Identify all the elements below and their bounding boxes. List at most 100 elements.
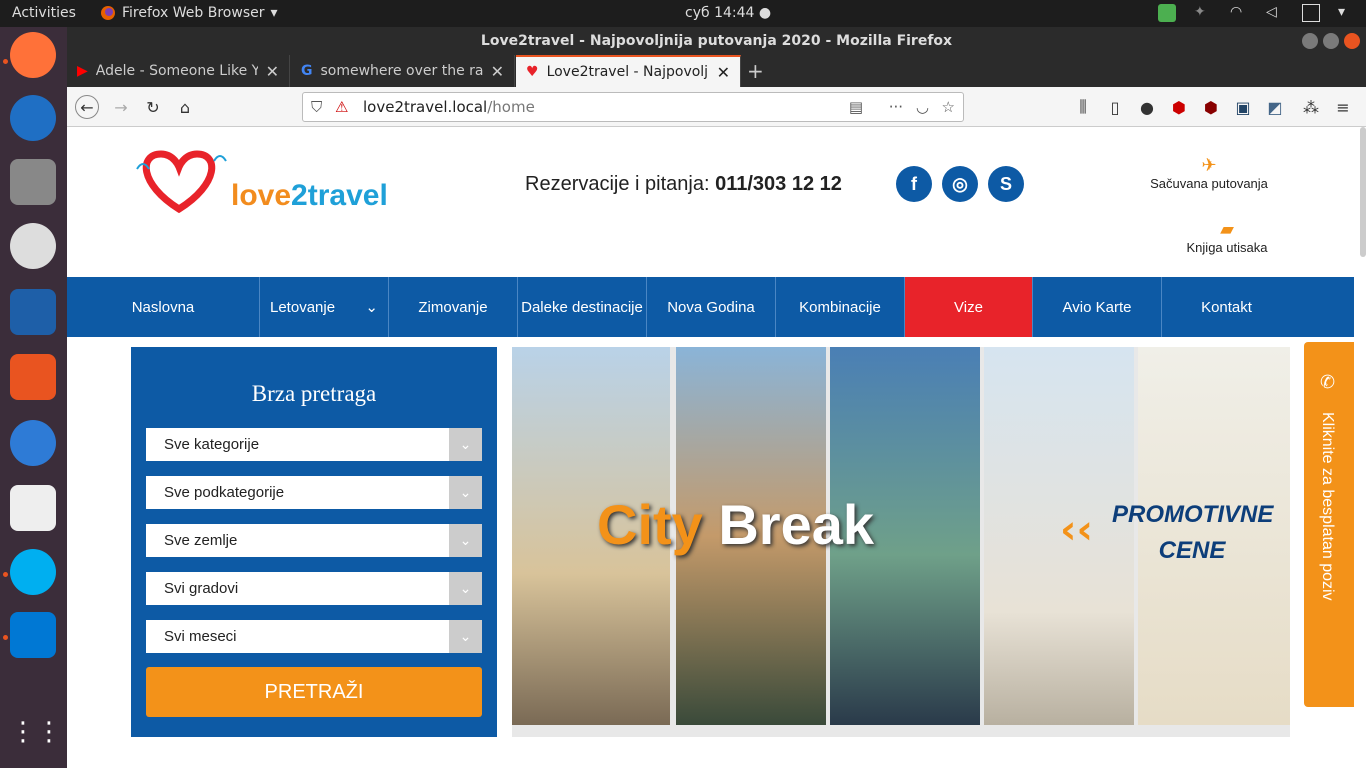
instagram-icon[interactable]: ◎ <box>942 166 978 202</box>
rhythmbox-dock-icon[interactable] <box>10 223 56 269</box>
back-button[interactable]: ← <box>75 95 99 119</box>
phone-label: Rezervacije i pitanja: <box>525 173 710 195</box>
guestbook-link[interactable]: ▰ Knjiga utisaka <box>1157 219 1297 255</box>
menu-item-kombinacije[interactable]: Kombinacije <box>776 277 905 337</box>
firefox-dock-icon[interactable] <box>10 32 56 78</box>
chevron-down-icon[interactable]: ⌄ <box>449 524 482 557</box>
insecure-lock-icon[interactable]: ⚠ <box>335 93 348 121</box>
account-icon[interactable]: ● <box>1135 95 1159 119</box>
subcategory-select[interactable]: Sve podkategorije ⌄ <box>146 476 482 509</box>
files-dock-icon[interactable] <box>10 159 56 205</box>
site-logo[interactable]: love2travel <box>129 139 399 214</box>
activities-button[interactable]: Activities <box>12 5 76 21</box>
battery-icon[interactable] <box>1302 4 1320 22</box>
shield-icon[interactable]: ⛉ <box>311 93 322 121</box>
tab-love2travel[interactable]: ♥ Love2travel - Najpovoljni ✕ <box>516 55 741 87</box>
power-menu-icon[interactable]: ▾ <box>1338 4 1356 22</box>
quick-search-title: Brza pretraga <box>251 381 377 406</box>
adblock-icon[interactable]: ⬢ <box>1167 95 1191 119</box>
thunderbird-dock-icon[interactable] <box>10 95 56 141</box>
volume-icon[interactable]: ◁ <box>1266 4 1284 22</box>
bookmark-star-icon[interactable]: ☆ <box>942 93 955 121</box>
menu-item-vize[interactable]: Vize <box>905 277 1033 337</box>
menu-label: Vize <box>954 298 983 316</box>
writer-dock-icon[interactable] <box>10 289 56 335</box>
category-select[interactable]: Sve kategorije ⌄ <box>146 428 482 461</box>
quick-search-panel: Brza pretraga Sve kategorije ⌄ Sve podkat… <box>131 347 497 737</box>
menu-item-naslovna[interactable]: Naslovna <box>67 277 260 337</box>
chevron-down-icon[interactable]: ⌄ <box>449 476 482 509</box>
country-select[interactable]: Sve zemlje ⌄ <box>146 524 482 557</box>
tab-youtube[interactable]: ▶ Adele - Someone Like Yo ✕ <box>67 55 290 87</box>
system-tray: ✦ ◠ ◁ ▾ <box>1158 3 1356 23</box>
vscode-dock-icon[interactable] <box>10 612 56 658</box>
firefox-window: Love2travel - Najpovoljnija putovanja 20… <box>67 27 1366 768</box>
sidebar-icon[interactable]: ▯ <box>1103 95 1127 119</box>
hamburger-menu-icon[interactable]: ≡ <box>1331 95 1355 119</box>
tab-bar: ▶ Adele - Someone Like Yo ✕ G somewhere … <box>67 55 1366 87</box>
wifi-icon[interactable]: ◠ <box>1230 4 1248 22</box>
forward-button[interactable]: → <box>109 95 133 119</box>
chevron-down-icon[interactable]: ⌄ <box>449 428 482 461</box>
reader-view-icon[interactable]: ▤ <box>849 93 863 121</box>
help-dock-icon[interactable] <box>10 420 56 466</box>
home-button[interactable]: ⌂ <box>173 95 197 119</box>
close-tab-icon[interactable]: ✕ <box>491 62 504 81</box>
month-select[interactable]: Svi meseci ⌄ <box>146 620 482 653</box>
saved-trips-link[interactable]: ✈ Sačuvana putovanja <box>1139 155 1279 191</box>
close-tab-icon[interactable]: ✕ <box>717 63 730 82</box>
firefox-icon <box>101 6 115 20</box>
running-indicator <box>3 59 8 64</box>
search-button[interactable]: PRETRAŽI <box>146 667 482 717</box>
skype-dock-icon[interactable] <box>10 549 56 595</box>
menu-item-letovanje[interactable]: Letovanje ⌄ <box>260 277 389 337</box>
ublock-icon[interactable]: ⬢ <box>1199 95 1223 119</box>
city-word: City <box>597 493 703 556</box>
chevron-down-icon[interactable]: ⌄ <box>449 620 482 653</box>
facebook-icon[interactable]: f <box>896 166 932 202</box>
app-menu[interactable]: Firefox Web Browser ▾ <box>100 5 278 21</box>
skype-icon[interactable]: S <box>988 166 1024 202</box>
ubuntu-dock: ⋮⋮ <box>0 27 67 768</box>
extensions-menu-icon[interactable]: ⁂ <box>1299 95 1323 119</box>
library-icon[interactable]: ⫼ <box>1071 95 1095 119</box>
software-dock-icon[interactable] <box>10 354 56 400</box>
menu-item-nova-godina[interactable]: Nova Godina <box>647 277 776 337</box>
city-select[interactable]: Svi gradovi ⌄ <box>146 572 482 605</box>
chevron-down-icon[interactable]: ⌄ <box>449 572 482 605</box>
page-actions-icon[interactable]: ··· <box>889 93 903 121</box>
extension-icon[interactable]: ▣ <box>1231 95 1255 119</box>
phone-icon: ✆ <box>1320 372 1336 393</box>
menu-item-daleke-destinacije[interactable]: Daleke destinacije <box>518 277 647 337</box>
scrollbar[interactable] <box>1360 127 1366 257</box>
clock[interactable]: суб 14:44 ● <box>685 5 771 21</box>
web-page: love2travel Rezervacije i pitanja: 011/3… <box>67 127 1366 768</box>
maximize-button[interactable] <box>1323 33 1339 49</box>
url-bar[interactable]: ⛉ ⚠ love2travel.local/home ▤ ··· ◡ ☆ <box>302 92 964 122</box>
extension-icon[interactable]: ◩ <box>1263 95 1287 119</box>
callback-tab[interactable]: ✆ Kliknite za besplatan poziv <box>1304 342 1354 707</box>
pocket-icon[interactable]: ◡ <box>916 93 929 121</box>
reload-button[interactable]: ↻ <box>141 95 165 119</box>
google-icon: G <box>301 63 313 79</box>
navigation-bar: ← → ↻ ⌂ ⛉ ⚠ love2travel.local/home ▤ ···… <box>67 87 1366 127</box>
chevron-down-icon[interactable]: ⌄ <box>365 298 378 316</box>
logo-wordmark: love2travel <box>231 179 388 213</box>
amazon-dock-icon[interactable] <box>10 485 56 531</box>
close-button[interactable] <box>1344 33 1360 49</box>
dropbox-icon[interactable]: ✦ <box>1194 4 1212 22</box>
chevron-down-icon: ▾ <box>270 5 278 21</box>
minimize-button[interactable] <box>1302 33 1318 49</box>
city-break-banner[interactable]: City Break ‹‹ PROMOTIVNE CENE <box>512 347 1290 737</box>
airplane-icon: ✈ <box>1201 155 1217 175</box>
show-apps-icon[interactable]: ⋮⋮ <box>10 709 62 755</box>
new-tab-button[interactable]: + <box>747 59 764 83</box>
tab-google[interactable]: G somewhere over the rain ✕ <box>291 55 515 87</box>
menu-item-avio-karte[interactable]: Avio Karte <box>1033 277 1162 337</box>
menu-item-zimovanje[interactable]: Zimovanje <box>389 277 518 337</box>
update-check-icon[interactable] <box>1158 4 1176 22</box>
phone-number[interactable]: 011/303 12 12 <box>715 173 842 195</box>
close-tab-icon[interactable]: ✕ <box>266 62 279 81</box>
menu-label: Letovanje <box>270 298 336 316</box>
menu-item-kontakt[interactable]: Kontakt <box>1162 277 1291 337</box>
